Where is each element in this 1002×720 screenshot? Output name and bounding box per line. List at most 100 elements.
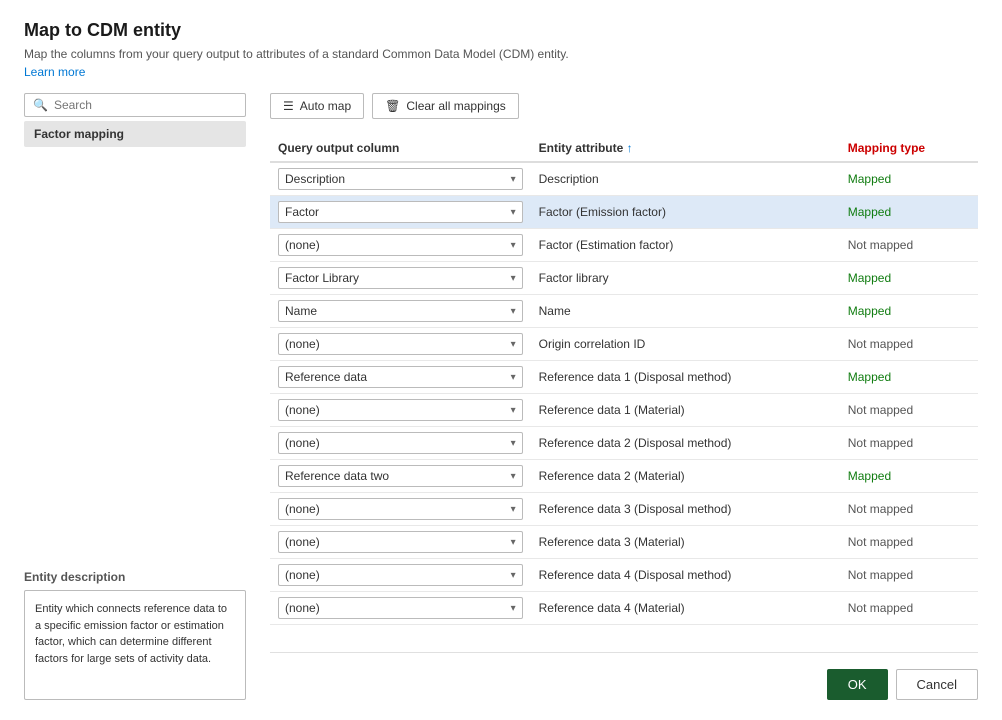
mapping-type-cell: Not mapped <box>840 394 978 427</box>
dropdown-value: (none) <box>285 436 320 450</box>
clear-all-icon: 🗑 <box>385 99 400 113</box>
dropdown-value: (none) <box>285 535 320 549</box>
entity-attr-cell: Reference data 1 (Disposal method) <box>531 361 840 394</box>
toolbar: ☰ Auto map 🗑 Clear all mappings <box>270 93 978 119</box>
cancel-button[interactable]: Cancel <box>896 669 978 700</box>
mapping-table: Query output column Entity attribute Map… <box>270 135 978 625</box>
query-output-dropdown[interactable]: (none)▾ <box>278 234 523 256</box>
auto-map-icon: ☰ <box>283 99 294 113</box>
mapping-type-cell: Mapped <box>840 162 978 196</box>
chevron-down-icon: ▾ <box>511 339 516 350</box>
mapping-table-container: Query output column Entity attribute Map… <box>270 135 978 644</box>
mapping-type-cell: Not mapped <box>840 592 978 625</box>
query-output-cell: Name▾ <box>270 295 531 328</box>
table-row: (none) ▾ Reference data 3 (Disposal method… <box>270 493 978 526</box>
query-output-dropdown[interactable]: Factor▾ <box>278 201 523 223</box>
query-output-dropdown[interactable]: (none) ▾ <box>278 432 523 454</box>
mapping-type-cell: Not mapped <box>840 493 978 526</box>
chevron-down-icon: ▾ <box>511 372 516 383</box>
chevron-down-icon: ▾ <box>511 438 516 449</box>
entity-attr-cell: Factor (Emission factor) <box>531 196 840 229</box>
chevron-down-icon: ▾ <box>511 273 516 284</box>
table-row: (none) ▾ Reference data 1 (Material)Not ma… <box>270 394 978 427</box>
table-row: Factor Library▾Factor libraryMapped <box>270 262 978 295</box>
query-output-dropdown[interactable]: (none)▾ <box>278 531 523 553</box>
dropdown-value: Description <box>285 172 345 186</box>
query-output-dropdown[interactable]: (none)▾ <box>278 333 523 355</box>
query-output-cell: Reference data ▾ <box>270 361 531 394</box>
clear-all-button[interactable]: 🗑 Clear all mappings <box>372 93 519 119</box>
query-output-dropdown[interactable]: (none) ▾ <box>278 399 523 421</box>
query-output-cell: Reference data two▾ <box>270 460 531 493</box>
mapping-type-cell: Not mapped <box>840 427 978 460</box>
table-row: (none) ▾ Reference data 2 (Disposal method… <box>270 427 978 460</box>
table-row: (none)▾Origin correlation IDNot mapped <box>270 328 978 361</box>
right-panel: ☰ Auto map 🗑 Clear all mappings Query ou… <box>246 93 978 700</box>
table-row: (none)▾ Reference data 3 (Material)Not ma… <box>270 526 978 559</box>
entity-attr-cell: Reference data 1 (Material) <box>531 394 840 427</box>
auto-map-button[interactable]: ☰ Auto map <box>270 93 364 119</box>
entity-desc-label: Entity description <box>24 570 246 584</box>
left-panel: 🔍 Factor mapping Entity description Enti… <box>24 93 246 700</box>
query-output-cell: (none)▾ <box>270 559 531 592</box>
entity-attr-cell: Factor (Estimation factor) <box>531 229 840 262</box>
table-row: Factor▾ Factor (Emission factor)Mapped <box>270 196 978 229</box>
query-output-dropdown[interactable]: (none) ▾ <box>278 498 523 520</box>
entity-description-section: Entity description Entity which connects… <box>24 560 246 700</box>
dropdown-value: Reference data two <box>285 469 389 483</box>
mapping-type-cell: Not mapped <box>840 328 978 361</box>
table-row: Reference data ▾ Reference data 1 (Disposa… <box>270 361 978 394</box>
chevron-down-icon: ▾ <box>511 405 516 416</box>
dropdown-value: (none) <box>285 502 320 516</box>
query-output-dropdown[interactable]: (none) ▾ <box>278 597 523 619</box>
entity-desc-text: Entity which connects reference data to … <box>24 590 246 700</box>
entity-attr-cell: Reference data 2 (Disposal method) <box>531 427 840 460</box>
entity-attr-cell: Reference data 3 (Disposal method) <box>531 493 840 526</box>
search-box[interactable]: 🔍 <box>24 93 246 117</box>
sidebar-item-label: Factor mapping <box>34 127 124 141</box>
dropdown-value: Reference data <box>285 370 367 384</box>
entity-attr-cell: Name <box>531 295 840 328</box>
mapping-type-cell: Not mapped <box>840 526 978 559</box>
chevron-down-icon: ▾ <box>511 504 516 515</box>
mapping-type-cell: Mapped <box>840 262 978 295</box>
main-content: 🔍 Factor mapping Entity description Enti… <box>24 93 978 700</box>
mapping-type-cell: Mapped <box>840 196 978 229</box>
dropdown-value: (none) <box>285 403 320 417</box>
chevron-down-icon: ▾ <box>511 306 516 317</box>
search-icon: 🔍 <box>33 98 48 112</box>
footer: OK Cancel <box>270 652 978 700</box>
sidebar-item-factor-mapping[interactable]: Factor mapping <box>24 121 246 147</box>
query-output-dropdown[interactable]: Factor Library ▾ <box>278 267 523 289</box>
clear-all-label: Clear all mappings <box>406 99 505 113</box>
col-entity-attr[interactable]: Entity attribute <box>531 135 840 162</box>
table-row: Description ▾Description Mapped <box>270 162 978 196</box>
query-output-dropdown[interactable]: (none)▾ <box>278 564 523 586</box>
table-row: Reference data two▾ Reference data 2 (Mat… <box>270 460 978 493</box>
query-output-cell: (none) ▾ <box>270 394 531 427</box>
dropdown-value: (none) <box>285 568 320 582</box>
chevron-down-icon: ▾ <box>511 174 516 185</box>
mapping-type-cell: Not mapped <box>840 559 978 592</box>
query-output-dropdown[interactable]: Name▾ <box>278 300 523 322</box>
auto-map-label: Auto map <box>300 99 351 113</box>
chevron-down-icon: ▾ <box>511 603 516 614</box>
search-input[interactable] <box>54 98 237 112</box>
dropdown-value: (none) <box>285 601 320 615</box>
col-mapping-type: Mapping type <box>840 135 978 162</box>
mapping-type-cell: Not mapped <box>840 229 978 262</box>
query-output-dropdown[interactable]: Description ▾ <box>278 168 523 190</box>
query-output-dropdown[interactable]: Reference data ▾ <box>278 366 523 388</box>
dropdown-value: Factor Library <box>285 271 359 285</box>
table-row: (none) ▾ Reference data 4 (Material)Not ma… <box>270 592 978 625</box>
query-output-cell: Factor Library ▾ <box>270 262 531 295</box>
query-output-dropdown[interactable]: Reference data two▾ <box>278 465 523 487</box>
entity-attr-cell: Reference data 3 (Material) <box>531 526 840 559</box>
entity-attr-cell: Reference data 4 (Material) <box>531 592 840 625</box>
query-output-cell: (none)▾ <box>270 526 531 559</box>
query-output-cell: (none)▾ <box>270 229 531 262</box>
entity-attr-cell: Reference data 2 (Material) <box>531 460 840 493</box>
query-output-cell: Factor▾ <box>270 196 531 229</box>
ok-button[interactable]: OK <box>827 669 888 700</box>
learn-more-link[interactable]: Learn more <box>24 65 978 79</box>
